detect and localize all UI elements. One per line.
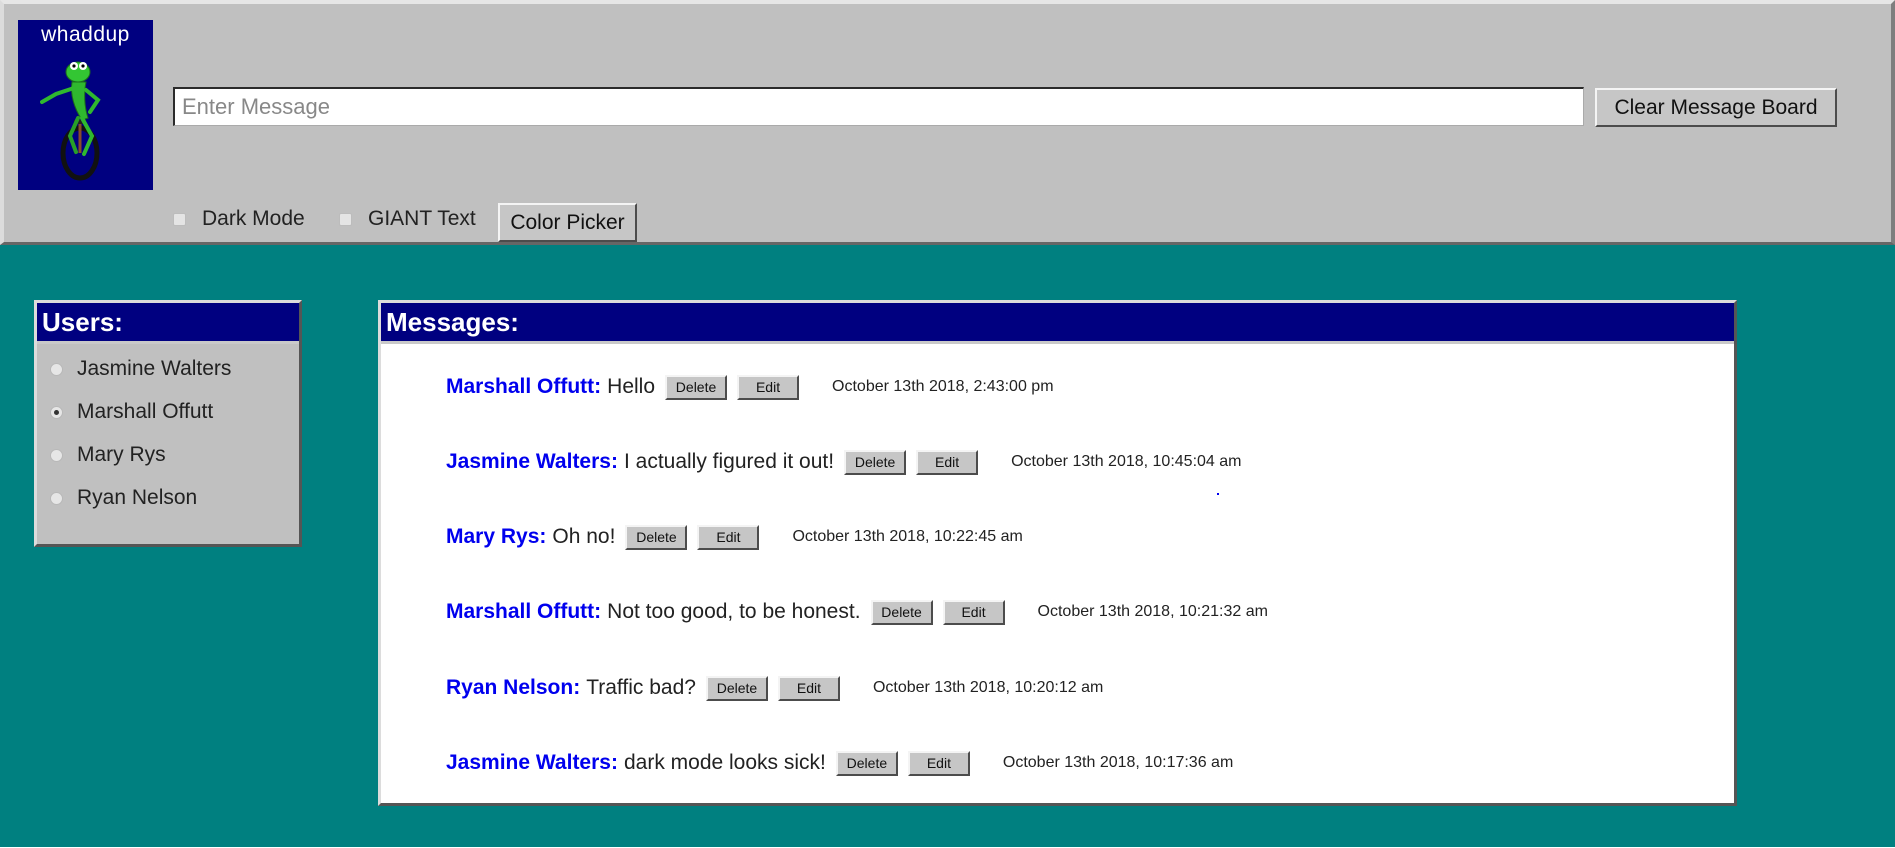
delete-button[interactable]: Delete xyxy=(835,750,898,776)
user-label: Marshall Offutt xyxy=(77,400,214,423)
edit-button[interactable]: Edit xyxy=(907,750,970,776)
message-text: I actually figured it out! xyxy=(623,450,835,473)
edit-button[interactable]: Edit xyxy=(697,524,760,550)
giant-text-option[interactable]: GIANT Text xyxy=(339,207,476,231)
message-author: Marshall Offutt: xyxy=(446,375,602,398)
message-timestamp: October 13th 2018, 2:43:00 pm xyxy=(832,378,1054,395)
message-text: Traffic bad? xyxy=(586,676,696,699)
message-author: Marshall Offutt: xyxy=(446,600,602,623)
dark-mode-option[interactable]: Dark Mode xyxy=(173,207,305,231)
message-row: Ryan Nelson: Traffic bad? Delete Edit Oc… xyxy=(446,673,1103,703)
messages-panel-title: Messages: xyxy=(381,303,1734,344)
user-item-mary-rys[interactable]: Mary Rys xyxy=(37,440,166,470)
edit-button[interactable]: Edit xyxy=(777,675,840,701)
message-timestamp: October 13th 2018, 10:22:45 am xyxy=(792,528,1023,545)
delete-button[interactable]: Delete xyxy=(705,675,768,701)
message-author: Jasmine Walters: xyxy=(446,450,618,473)
user-radio[interactable] xyxy=(50,405,63,419)
message-author: Ryan Nelson: xyxy=(446,676,581,699)
dark-mode-checkbox[interactable] xyxy=(173,212,186,226)
message-timestamp: October 13th 2018, 10:20:12 am xyxy=(872,679,1104,696)
users-panel-title: Users: xyxy=(37,303,299,344)
users-panel: Users: Jasmine Walters Marshall Offutt M… xyxy=(34,300,302,547)
clear-message-board-button[interactable]: Clear Message Board xyxy=(1595,88,1837,127)
user-radio[interactable] xyxy=(50,362,63,376)
stray-dot xyxy=(1217,493,1219,495)
logo-title: whaddup xyxy=(41,23,130,46)
user-label: Jasmine Walters xyxy=(77,357,232,380)
delete-button[interactable]: Delete xyxy=(625,524,688,550)
message-timestamp: October 13th 2018, 10:21:32 am xyxy=(1037,603,1268,620)
user-label: Mary Rys xyxy=(77,443,166,466)
message-text: dark mode looks sick! xyxy=(623,751,826,774)
messages-panel: Messages: Marshall Offutt: Hello Delete … xyxy=(378,300,1737,806)
user-item-ryan-nelson[interactable]: Ryan Nelson xyxy=(37,483,197,513)
user-item-jasmine-walters[interactable]: Jasmine Walters xyxy=(37,354,231,384)
message-row: Marshall Offutt: Hello Delete Edit Octob… xyxy=(446,372,1054,402)
message-text: Hello xyxy=(607,375,656,398)
frog-on-unicycle-icon xyxy=(40,61,101,181)
message-text: Not too good, to be honest. xyxy=(607,600,861,623)
logo: whaddup xyxy=(18,20,153,190)
message-row: Marshall Offutt: Not too good, to be hon… xyxy=(446,597,1268,627)
message-timestamp: October 13th 2018, 10:17:36 am xyxy=(1002,754,1234,771)
edit-button[interactable]: Edit xyxy=(737,374,800,400)
user-radio[interactable] xyxy=(50,448,63,462)
edit-button[interactable]: Edit xyxy=(942,599,1005,625)
message-input[interactable] xyxy=(173,87,1584,126)
message-row: Jasmine Walters: I actually figured it o… xyxy=(446,447,1241,477)
message-author: Mary Rys: xyxy=(446,525,547,548)
giant-text-label: GIANT Text xyxy=(368,207,476,230)
message-author: Jasmine Walters: xyxy=(446,751,618,774)
edit-button[interactable]: Edit xyxy=(916,449,979,475)
delete-button[interactable]: Delete xyxy=(870,599,933,625)
delete-button[interactable]: Delete xyxy=(665,374,728,400)
user-radio[interactable] xyxy=(50,491,63,505)
message-text: Oh no! xyxy=(552,525,616,548)
user-label: Ryan Nelson xyxy=(77,486,198,509)
color-picker-button[interactable]: Color Picker xyxy=(498,203,637,242)
delete-button[interactable]: Delete xyxy=(844,449,907,475)
message-row: Jasmine Walters: dark mode looks sick! D… xyxy=(446,748,1233,778)
giant-text-checkbox[interactable] xyxy=(339,212,352,226)
header-bar: whaddup Clear Message Board Dark Mode GI… xyxy=(0,0,1895,245)
dark-mode-label: Dark Mode xyxy=(202,207,305,230)
user-item-marshall-offutt[interactable]: Marshall Offutt xyxy=(37,397,213,427)
message-timestamp: October 13th 2018, 10:45:04 am xyxy=(1011,453,1242,470)
message-row: Mary Rys: Oh no! Delete Edit October 13t… xyxy=(446,522,1023,552)
